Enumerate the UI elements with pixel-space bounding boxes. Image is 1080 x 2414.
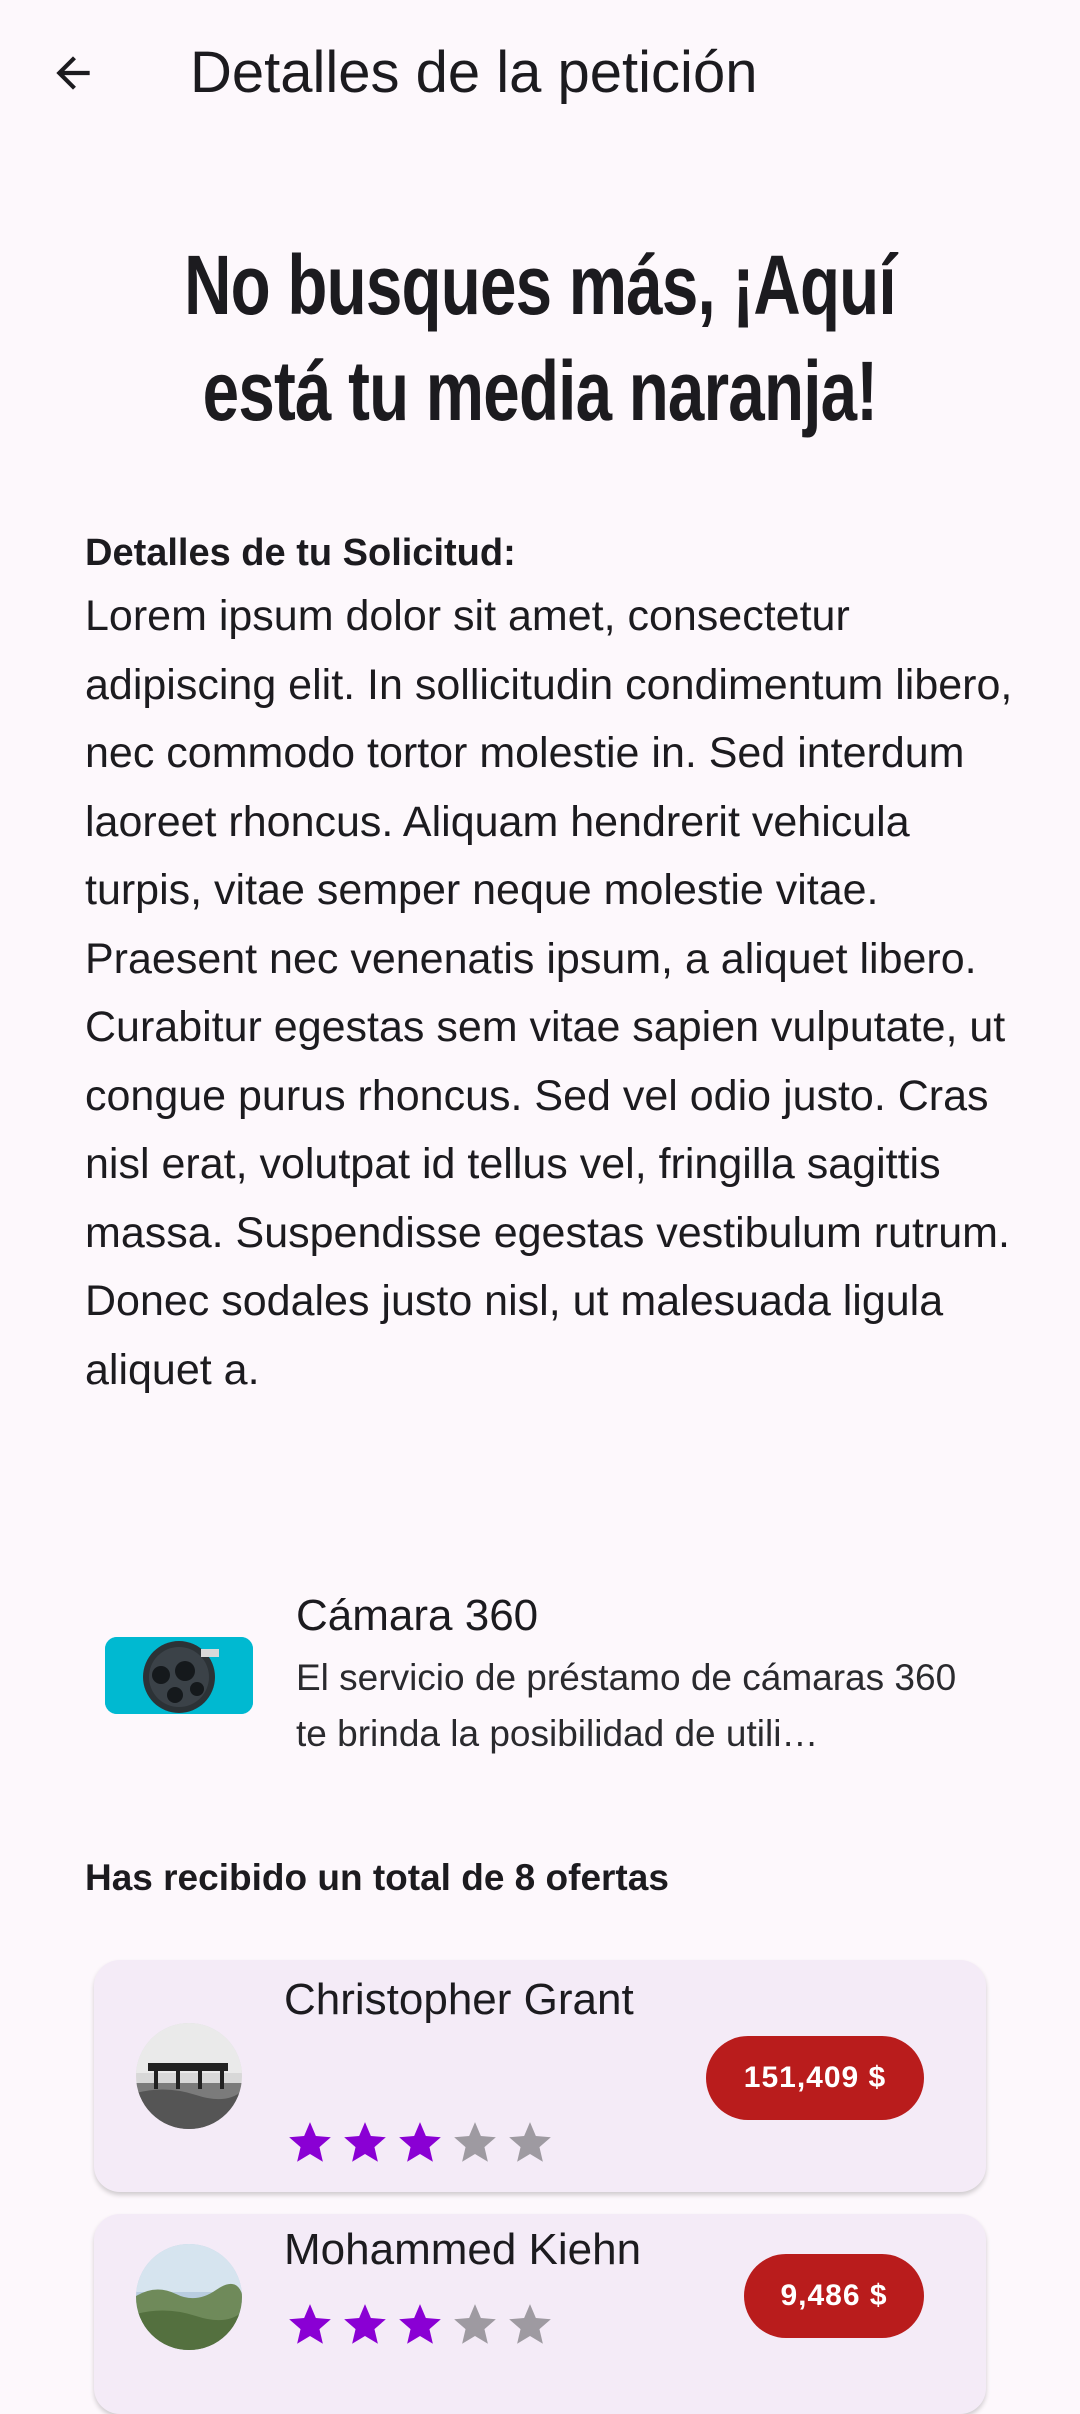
avatar: [136, 2023, 242, 2129]
star-filled-icon: [289, 2122, 331, 2162]
star-empty-icon: [509, 2304, 551, 2344]
page-title: Detalles de la petición: [190, 40, 758, 105]
offer-card[interactable]: Mohammed Kiehn 9,486 $: [94, 2214, 986, 2414]
arrow-left-icon: [56, 56, 90, 90]
back-button[interactable]: [38, 38, 108, 108]
star-filled-icon: [399, 2122, 441, 2162]
product-title: Cámara 360: [296, 1591, 539, 1640]
product-description: El servicio de préstamo de cámaras 360 t…: [296, 1657, 957, 1754]
app-bar: Detalles de la petición: [0, 0, 1080, 150]
star-empty-icon: [454, 2122, 496, 2162]
camera-360-icon: [105, 1637, 253, 1714]
offer-name: Christopher Grant: [284, 1975, 634, 2024]
star-empty-icon: [509, 2122, 551, 2162]
star-filled-icon: [344, 2304, 386, 2344]
rating-stars: [284, 2300, 556, 2350]
offer-card[interactable]: Christopher Grant 151,409 $: [94, 1960, 986, 2192]
price-badge[interactable]: 151,409 $: [706, 2036, 924, 2120]
avatar: [136, 2244, 242, 2350]
price-badge[interactable]: 9,486 $: [744, 2254, 924, 2338]
product-image: [105, 1637, 253, 1714]
offers-count: Has recibido un total de 8 ofertas: [85, 1857, 669, 1898]
star-empty-icon: [454, 2304, 496, 2344]
offer-name: Mohammed Kiehn: [284, 2225, 642, 2274]
request-details-label: Detalles de tu Solicitud:: [85, 532, 516, 574]
star-filled-icon: [289, 2304, 331, 2344]
rating-stars: [284, 2118, 556, 2168]
request-description: Lorem ipsum dolor sit amet, consectetur …: [85, 592, 1013, 1394]
headline: No busques más, ¡Aquí está tu media nara…: [184, 238, 896, 438]
star-filled-icon: [399, 2304, 441, 2344]
product-item[interactable]: Cámara 360 El servicio de préstamo de cá…: [85, 1580, 1015, 1770]
star-filled-icon: [344, 2122, 386, 2162]
